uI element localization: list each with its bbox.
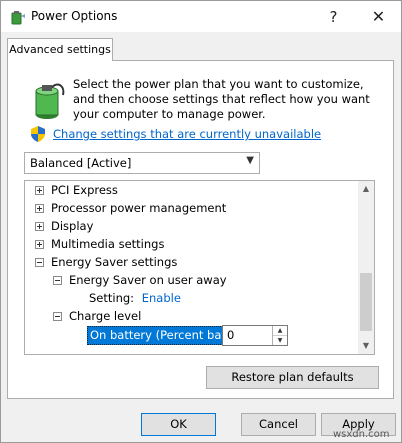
charge-level-value[interactable]: 0: [227, 328, 234, 342]
power-plan-select[interactable]: Balanced [Active] ▼: [24, 152, 260, 174]
power-options-window: Power Options ? ✕ Advanced settings Sele…: [0, 0, 402, 443]
ok-button[interactable]: OK: [141, 413, 216, 436]
setting-value-link[interactable]: Enable: [142, 291, 181, 305]
cancel-button[interactable]: Cancel: [241, 413, 316, 436]
tree-item-label: Energy Saver settings: [51, 255, 178, 269]
expand-icon[interactable]: [35, 186, 44, 195]
collapse-icon[interactable]: [35, 258, 44, 267]
scroll-down-icon[interactable]: ▼: [358, 338, 374, 354]
tree-item-label: Processor power management: [51, 201, 227, 215]
scroll-thumb[interactable]: [360, 273, 372, 331]
settings-tree[interactable]: PCI Express Processor power management D…: [24, 180, 375, 355]
expand-icon[interactable]: [35, 240, 44, 249]
stepper-up-icon[interactable]: ▲: [273, 326, 287, 336]
window-title: Power Options: [31, 9, 118, 23]
tree-item-setting[interactable]: Setting: Enable: [89, 289, 181, 307]
restore-defaults-button[interactable]: Restore plan defaults: [206, 366, 379, 389]
tree-item-label: Charge level: [69, 309, 142, 323]
title-bar: Power Options ? ✕: [1, 1, 401, 32]
charge-level-stepper[interactable]: 0 ▲ ▼: [222, 325, 288, 346]
expand-icon[interactable]: [35, 222, 44, 231]
scroll-up-icon[interactable]: ▲: [358, 181, 374, 197]
uac-shield-icon: [31, 126, 45, 142]
expand-icon[interactable]: [35, 204, 44, 213]
tree-item-label: Display: [51, 219, 94, 233]
change-settings-link[interactable]: Change settings that are currently unava…: [53, 127, 321, 141]
collapse-icon[interactable]: [53, 312, 62, 321]
setting-label: Setting:: [89, 291, 135, 305]
description-text: Select the power plan that you want to c…: [73, 77, 370, 121]
battery-plug-icon: [35, 83, 65, 119]
collapse-icon[interactable]: [53, 276, 62, 285]
tree-item-label: Multimedia settings: [51, 237, 165, 251]
close-button[interactable]: ✕: [356, 1, 401, 32]
help-button[interactable]: ?: [311, 1, 356, 32]
stepper-down-icon[interactable]: ▼: [273, 336, 287, 345]
chevron-down-icon: ▼: [246, 155, 254, 166]
tree-item-label: PCI Express: [51, 183, 118, 197]
tab-advanced-settings[interactable]: Advanced settings: [7, 38, 113, 61]
tree-item-label: Energy Saver on user away: [69, 273, 227, 287]
power-plan-value: Balanced [Active]: [30, 156, 132, 170]
watermark: wsxdn.com: [333, 429, 390, 440]
tree-scrollbar[interactable]: ▲ ▼: [358, 181, 374, 354]
power-options-icon: [11, 11, 25, 25]
stepper-buttons: ▲ ▼: [272, 326, 287, 345]
